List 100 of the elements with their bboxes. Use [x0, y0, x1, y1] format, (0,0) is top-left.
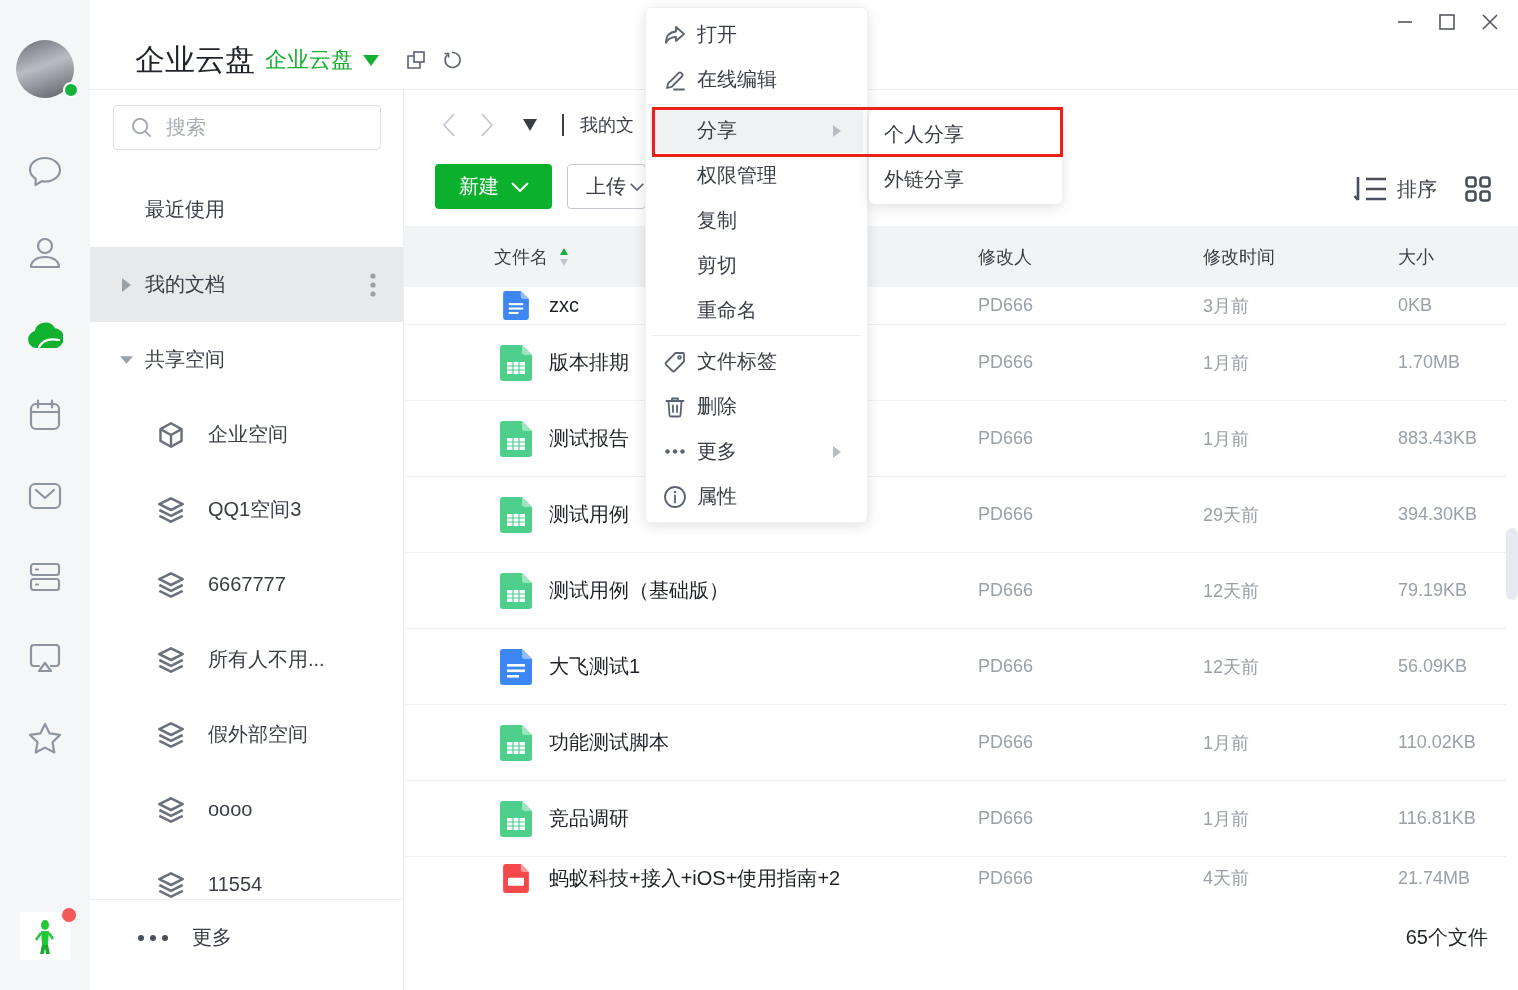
- popout-window-icon[interactable]: [407, 51, 425, 69]
- submenu-item[interactable]: 外链分享: [869, 157, 1062, 202]
- modified-time-cell-text: 1月前: [1203, 807, 1250, 831]
- dropdown-caret-icon[interactable]: [523, 119, 537, 131]
- layers-icon: [158, 571, 184, 598]
- document-file-icon: [503, 291, 529, 320]
- file-name: 测试用例（基础版）: [549, 578, 729, 603]
- maximize-icon[interactable]: [1439, 14, 1455, 30]
- tree-item[interactable]: 共享空间: [90, 322, 403, 397]
- file-name: 竞品调研: [549, 806, 629, 831]
- modified-time-cell-text: 12天前: [1203, 579, 1261, 603]
- back-icon[interactable]: [443, 113, 455, 137]
- caret-icon[interactable]: [122, 277, 131, 292]
- menu-item[interactable]: 属性: [650, 474, 863, 519]
- menu-item[interactable]: 删除: [650, 384, 863, 429]
- avatar-photo[interactable]: [16, 40, 74, 98]
- modifier-cell-text: PD666: [978, 732, 1035, 753]
- file-name: 功能测试脚本: [549, 730, 669, 755]
- star-icon[interactable]: [27, 720, 63, 757]
- breadcrumb-link[interactable]: 我的文: [580, 113, 634, 137]
- app-title: 企业云盘: [135, 42, 255, 78]
- modified-time-cell-text: 4天前: [1203, 867, 1250, 890]
- space-item[interactable]: 6667777: [90, 547, 403, 622]
- menu-item[interactable]: 文件标签: [650, 339, 863, 384]
- grid-view-icon[interactable]: [1465, 176, 1491, 202]
- file-name: 大飞测试1: [549, 654, 641, 679]
- file-size-cell-text: 56.09KB: [1398, 656, 1469, 677]
- space-item[interactable]: oooo: [90, 772, 403, 847]
- caret-icon[interactable]: [120, 355, 133, 364]
- modified-time-cell-text: 1月前: [1203, 427, 1250, 451]
- modifier-cell-text: PD666: [978, 428, 1035, 449]
- forward-icon[interactable]: [481, 113, 493, 137]
- menu-item[interactable]: 在线编辑: [650, 57, 863, 102]
- menu-item[interactable]: 重命名: [650, 288, 863, 333]
- file-name: zxc: [549, 294, 579, 317]
- layers-icon: [158, 496, 184, 523]
- modified-time-cell-text: 1月前: [1203, 351, 1250, 375]
- app-icon[interactable]: [20, 912, 70, 960]
- modified-time-cell-text: 1月前: [1203, 731, 1250, 755]
- spreadsheet-file-icon: [500, 496, 532, 533]
- menu-item[interactable]: 复制: [650, 198, 863, 243]
- modified-time-cell-text: 12天前: [1203, 655, 1261, 679]
- search-icon: [131, 117, 152, 138]
- caret-down-icon: [363, 54, 379, 66]
- space-item[interactable]: 企业空间: [90, 397, 403, 472]
- space-item[interactable]: 假外部空间: [90, 697, 403, 772]
- space-item[interactable]: QQ1空间3: [90, 472, 403, 547]
- file-size-cell-text: 116.81KB: [1398, 808, 1477, 829]
- more-button[interactable]: 更多: [137, 924, 232, 951]
- tree-item[interactable]: 我的文档: [90, 247, 403, 322]
- chevron-down-icon: [510, 181, 529, 192]
- column-header[interactable]: 文件名: [494, 244, 548, 269]
- column-header[interactable]: 修改人: [978, 244, 1032, 269]
- layers-icon: [158, 796, 184, 823]
- file-size-cell-text: 883.43KB: [1398, 428, 1479, 449]
- refresh-icon[interactable]: [443, 51, 461, 69]
- ellipsis-icon: [137, 933, 169, 942]
- ellipsis-icon: [665, 449, 685, 454]
- submenu-item[interactable]: 个人分享: [869, 112, 1062, 157]
- scrollbar-thumb[interactable]: [1506, 528, 1518, 600]
- modified-time-cell-text: 29天前: [1203, 503, 1261, 527]
- modifier-cell-text: PD666: [978, 352, 1035, 373]
- sort-icon: [1353, 175, 1387, 203]
- spreadsheet-file-icon: [500, 572, 532, 609]
- search-field[interactable]: 搜索: [113, 105, 381, 150]
- menu-item[interactable]: 分享: [650, 108, 863, 153]
- file-size-cell-text: 21.74MB: [1398, 867, 1472, 889]
- file-count: 65个文件: [1405, 924, 1488, 950]
- file-size-cell-text: 110.02KB: [1398, 732, 1477, 753]
- file-name: 测试报告: [549, 426, 629, 451]
- menu-item[interactable]: 打开: [650, 12, 863, 57]
- close-icon[interactable]: [1482, 14, 1498, 30]
- file-size-cell-text: 394.30KB: [1398, 504, 1479, 525]
- menu-item[interactable]: 权限管理: [650, 153, 863, 198]
- layers-icon: [158, 721, 184, 748]
- layers-icon: [158, 646, 184, 673]
- file-size-cell-text: 0KB: [1398, 295, 1434, 316]
- cube-icon: [158, 421, 184, 448]
- column-header[interactable]: 大小: [1398, 244, 1434, 269]
- modifier-cell-text: PD666: [978, 867, 1035, 889]
- layers-icon: [158, 871, 184, 898]
- tag-icon: [663, 349, 687, 374]
- modifier-cell-text: PD666: [978, 295, 1035, 316]
- sort-button[interactable]: 排序: [1353, 175, 1437, 203]
- chevron-down-icon: [630, 182, 644, 191]
- recent-item[interactable]: 最近使用: [90, 172, 403, 247]
- space-item[interactable]: 所有人不用...: [90, 622, 403, 697]
- sort-arrows-icon[interactable]: [560, 247, 568, 266]
- modifier-cell-text: PD666: [978, 808, 1035, 829]
- space-item[interactable]: 11554: [90, 847, 403, 899]
- spreadsheet-file-icon: [500, 724, 532, 761]
- kebab-menu-icon[interactable]: [370, 272, 376, 297]
- spreadsheet-file-icon: [500, 800, 532, 837]
- file-name: 测试用例: [549, 502, 629, 527]
- modified-time-cell-text: 3月前: [1203, 294, 1250, 318]
- menu-item[interactable]: 更多: [650, 429, 863, 474]
- document-file-icon: [500, 648, 532, 685]
- modifier-cell-text: PD666: [978, 656, 1035, 677]
- menu-item[interactable]: 剪切: [650, 243, 863, 288]
- column-header[interactable]: 修改时间: [1203, 244, 1275, 269]
